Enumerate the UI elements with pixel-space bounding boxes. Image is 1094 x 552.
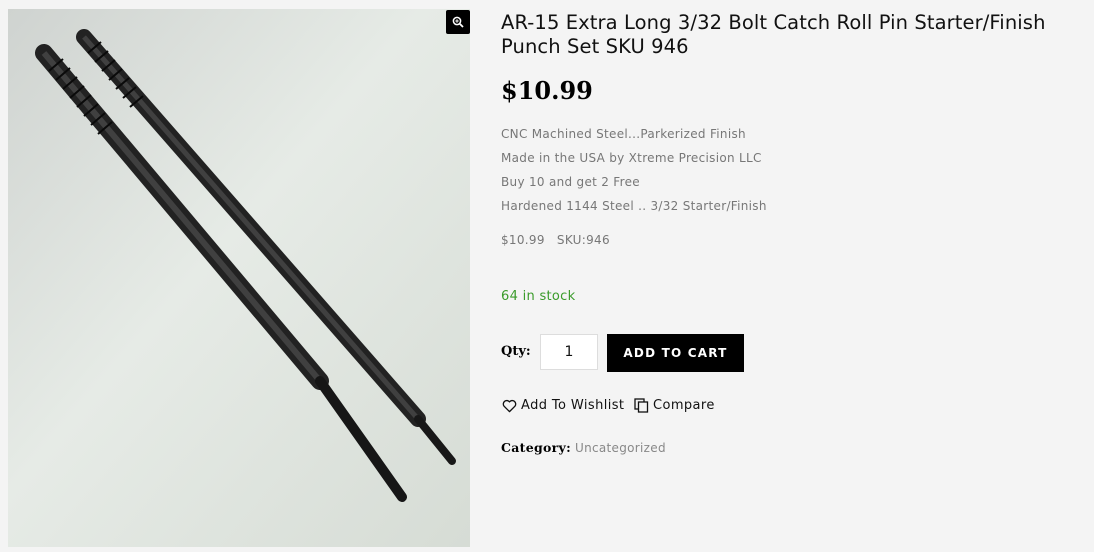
compare-link[interactable]: Compare (634, 398, 715, 413)
product-price: $10.99 (501, 76, 593, 105)
compare-icon (634, 398, 649, 413)
description-line: CNC Machined Steel...Parkerized Finish (501, 127, 746, 141)
zoom-button[interactable] (446, 10, 470, 34)
magnifier-plus-icon (452, 16, 464, 28)
compare-label: Compare (653, 398, 715, 413)
product-summary: AR-15 Extra Long 3/32 Bolt Catch Roll Pi… (501, 11, 1091, 59)
product-title: AR-15 Extra Long 3/32 Bolt Catch Roll Pi… (501, 11, 1046, 58)
heart-icon (502, 399, 517, 412)
price-sku-line: $10.99 SKU:946 (501, 233, 610, 247)
stock-status: 64 in stock (501, 289, 576, 304)
description-line: Hardened 1144 Steel .. 3/32 Starter/Fini… (501, 199, 767, 213)
product-image[interactable] (8, 9, 470, 547)
qty-label: Qty: (501, 344, 531, 359)
category-label: Category: (501, 440, 572, 455)
product-gallery[interactable] (8, 9, 470, 547)
product-category: Category: Uncategorized (501, 440, 666, 455)
quantity-input[interactable] (540, 334, 598, 370)
product-short-description: CNC Machined Steel...Parkerized Finish M… (501, 126, 767, 222)
meta-sku: SKU:946 (556, 233, 610, 247)
add-to-wishlist-link[interactable]: Add To Wishlist (502, 398, 624, 413)
description-line: Made in the USA by Xtreme Precision LLC (501, 151, 762, 165)
category-link[interactable]: Uncategorized (575, 441, 666, 455)
description-line: Buy 10 and get 2 Free (501, 175, 640, 189)
wishlist-label: Add To Wishlist (521, 398, 625, 413)
meta-price: $10.99 (501, 233, 545, 247)
add-to-cart-button[interactable]: ADD TO CART (607, 334, 744, 372)
